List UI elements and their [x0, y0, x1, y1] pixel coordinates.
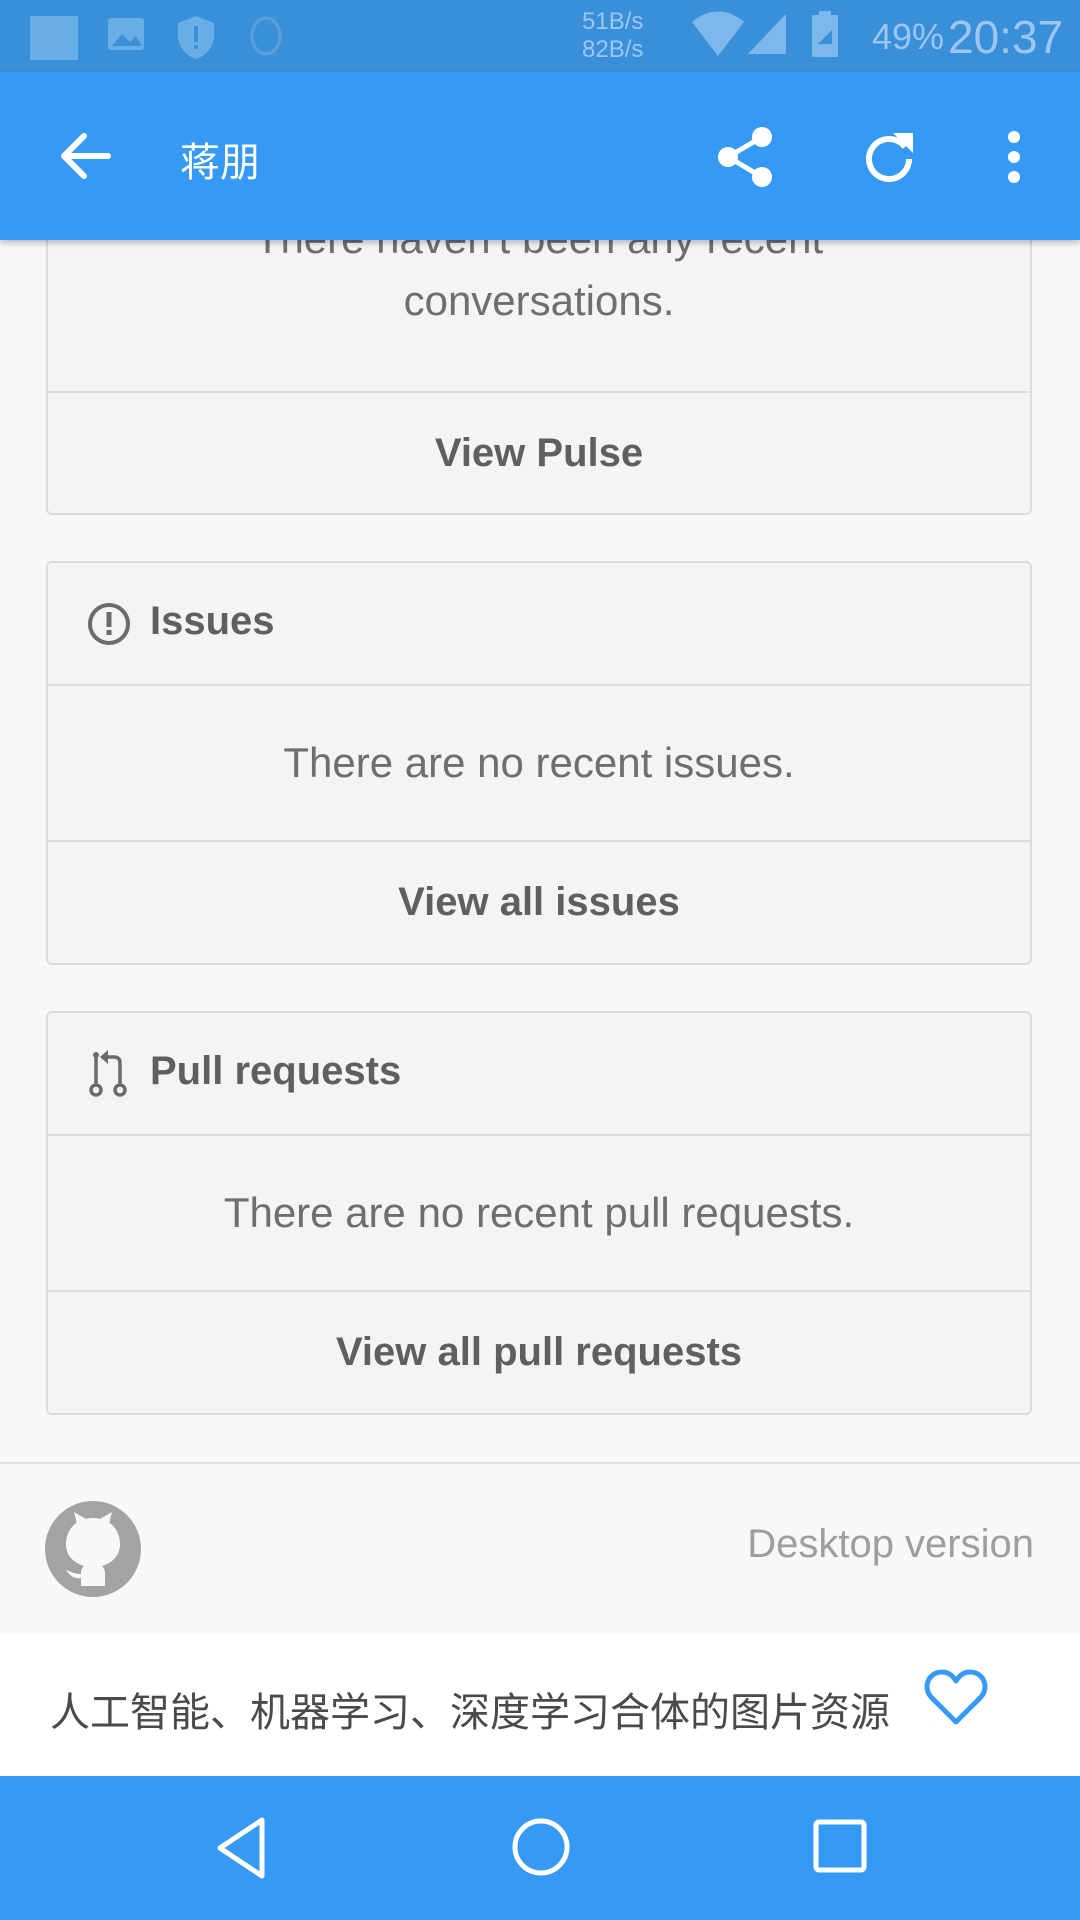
nav-home-icon[interactable] — [510, 1816, 572, 1878]
status-bar: 51B/s 82B/s 49% 20:37 — [0, 0, 1080, 72]
issues-empty-message: There are no recent issues. — [283, 739, 795, 786]
git-pull-request-icon — [89, 1050, 127, 1097]
app-bar: 蒋朋 — [0, 72, 1080, 240]
nav-back-icon[interactable] — [212, 1816, 272, 1880]
upload-speed: 51B/s — [582, 8, 644, 35]
cell-signal-icon — [748, 14, 786, 54]
battery-percent: 49% — [872, 16, 945, 57]
nav-recents-icon[interactable] — [812, 1818, 868, 1874]
pulse-empty-message: There haven't been any recent conversati… — [255, 240, 823, 324]
pull-requests-card: Pull requests There are no recent pull r… — [46, 1011, 1032, 1415]
pulse-card: There haven't been any recent conversati… — [46, 240, 1032, 515]
network-speed: 51B/s 82B/s — [582, 8, 643, 64]
view-pulse-link[interactable]: View Pulse — [48, 393, 1030, 513]
shield-icon — [178, 16, 214, 59]
wifi-icon — [692, 11, 744, 56]
system-navigation-bar — [0, 1776, 1080, 1920]
download-speed: 82B/s — [582, 36, 644, 63]
more-vert-icon — [1008, 131, 1020, 183]
gallery-icon — [108, 18, 144, 50]
site-footer: Desktop version — [0, 1462, 1080, 1636]
share-icon — [718, 127, 772, 187]
desktop-version-link[interactable]: Desktop version — [747, 1522, 1034, 1567]
repo-description: 人工智能、机器学习、深度学习合体的图片资源 — [50, 1691, 890, 1735]
view-all-pull-requests-link[interactable]: View all pull requests — [48, 1292, 1030, 1413]
issues-card: Issues There are no recent issues. View … — [46, 561, 1032, 965]
refresh-button[interactable] — [846, 116, 932, 198]
pull-requests-title: Pull requests — [150, 1049, 402, 1093]
more-options-button[interactable] — [984, 116, 1044, 198]
favorite-bar: 人工智能、机器学习、深度学习合体的图片资源 — [0, 1634, 1080, 1776]
github-logo-icon[interactable] — [44, 1500, 142, 1598]
issue-opened-icon — [88, 603, 130, 645]
battery-icon — [812, 11, 838, 57]
qq-icon — [250, 16, 282, 56]
back-button[interactable] — [40, 120, 130, 192]
back-arrow-icon — [61, 133, 111, 179]
refresh-icon — [866, 133, 913, 182]
clock: 20:37 — [948, 11, 1064, 63]
view-all-issues-link[interactable]: View all issues — [48, 842, 1030, 963]
app-notification-icon — [30, 16, 78, 60]
issues-title: Issues — [150, 599, 275, 643]
heart-outline-icon — [924, 1669, 988, 1725]
favorite-button[interactable] — [924, 1668, 998, 1738]
share-button[interactable] — [704, 116, 786, 198]
page-title: 蒋朋 — [180, 141, 260, 185]
pull-requests-empty-message: There are no recent pull requests. — [223, 1189, 855, 1236]
